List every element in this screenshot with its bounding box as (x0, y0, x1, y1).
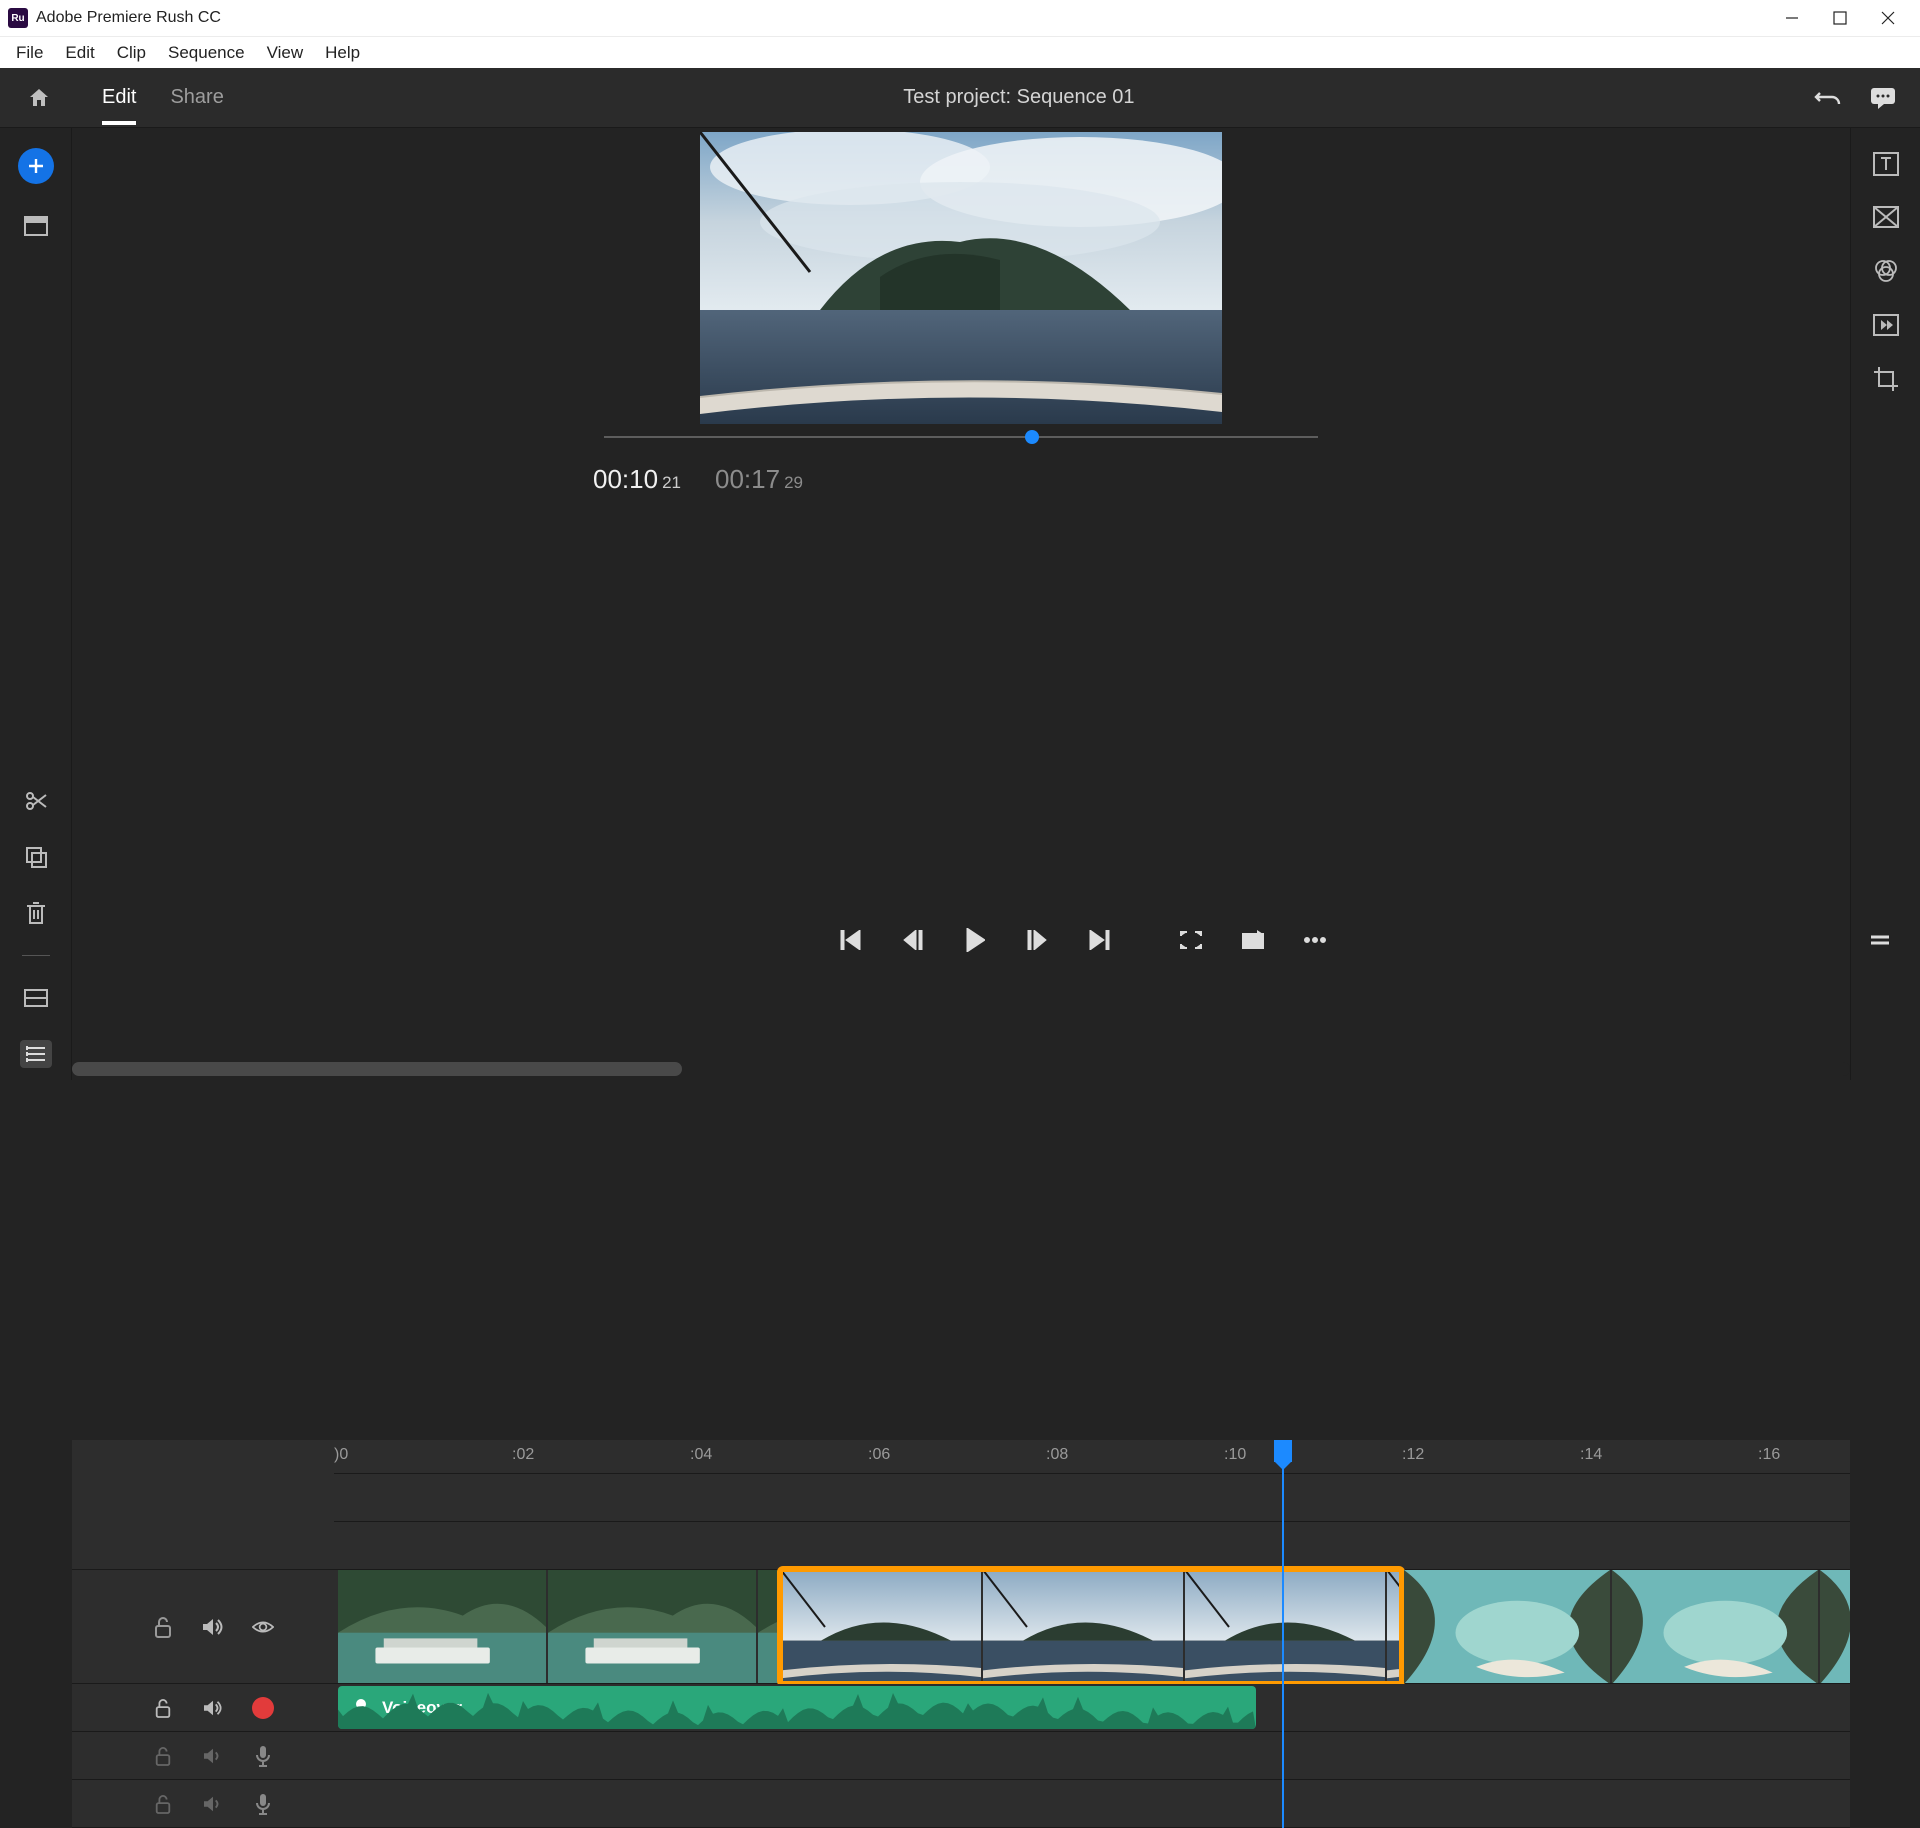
close-button[interactable] (1864, 0, 1912, 36)
audio-clip-voiceover[interactable]: Voiceover (338, 1686, 1256, 1729)
ruler-tick: )0 (334, 1446, 348, 1464)
play-button[interactable] (961, 926, 989, 954)
audio-track-2-header (72, 1732, 334, 1780)
video-track[interactable] (334, 1570, 1850, 1684)
fullscreen-button[interactable] (1177, 926, 1205, 954)
tab-share[interactable]: Share (170, 70, 223, 125)
ruler-tick: :08 (1046, 1446, 1068, 1464)
ruler-tick: :12 (1402, 1446, 1424, 1464)
lock-icon[interactable] (152, 1616, 174, 1638)
lock-icon[interactable] (152, 1697, 174, 1719)
video-track-header (72, 1570, 334, 1684)
mute-icon[interactable] (202, 1616, 224, 1638)
menu-file[interactable]: File (6, 39, 53, 67)
audio-track-3-header (72, 1780, 334, 1828)
color-panel-icon[interactable] (1873, 258, 1899, 284)
current-timecode: 00:10 21 (593, 464, 681, 1416)
scrub-bar[interactable] (604, 436, 1318, 438)
transitions-panel-icon[interactable] (1873, 206, 1899, 228)
microphone-icon[interactable] (252, 1793, 274, 1815)
projects-icon[interactable] (20, 1040, 52, 1068)
ruler-tick: :10 (1224, 1446, 1246, 1464)
app-icon: Ru (8, 8, 28, 28)
window-title: Adobe Premiere Rush CC (36, 9, 221, 27)
speed-panel-icon[interactable] (1873, 314, 1899, 336)
project-title: Test project: Sequence 01 (224, 86, 1814, 109)
duplicate-icon[interactable] (20, 843, 52, 871)
ruler-tick: :16 (1758, 1446, 1780, 1464)
home-button[interactable] (24, 83, 54, 113)
playhead[interactable] (1282, 1440, 1284, 1828)
horizontal-scrollbar[interactable] (72, 1062, 1850, 1076)
menu-bar: File Edit Clip Sequence View Help (0, 36, 1920, 68)
step-back-button[interactable] (899, 926, 927, 954)
minimize-button[interactable] (1768, 0, 1816, 36)
app-toolbar: Edit Share Test project: Sequence 01 (0, 68, 1920, 128)
loop-button[interactable] (1239, 926, 1267, 954)
ruler-tick: :14 (1580, 1446, 1602, 1464)
timeline: )0 :02 :04 :06 :08 :10 :12 :14 :16 (72, 1440, 1850, 1828)
audio-track-3[interactable] (334, 1780, 1850, 1828)
video-monitor[interactable] (700, 132, 1222, 424)
step-forward-button[interactable] (1023, 926, 1051, 954)
visibility-icon[interactable] (252, 1616, 274, 1638)
left-rail (0, 128, 72, 1080)
menu-edit[interactable]: Edit (55, 39, 104, 67)
menu-view[interactable]: View (257, 39, 314, 67)
microphone-icon[interactable] (252, 1745, 274, 1767)
scissors-icon[interactable] (20, 787, 52, 815)
mute-icon[interactable] (202, 1697, 224, 1719)
audio-track-1[interactable]: Voiceover (334, 1684, 1850, 1732)
video-clip[interactable] (1404, 1570, 1850, 1683)
ruler-tick: :02 (512, 1446, 534, 1464)
window-titlebar: Ru Adobe Premiere Rush CC (0, 0, 1920, 36)
timeline-options-button[interactable] (1866, 926, 1894, 954)
transport-controls: 00:10 21 00:17 29 (72, 464, 1850, 1416)
time-ruler[interactable]: )0 :02 :04 :06 :08 :10 :12 :14 :16 (334, 1440, 1850, 1474)
ruler-tick: :04 (690, 1446, 712, 1464)
lock-icon[interactable] (152, 1745, 174, 1767)
scrollbar-thumb[interactable] (72, 1062, 682, 1076)
undo-button[interactable] (1814, 86, 1842, 110)
audio-track-1-header (72, 1684, 334, 1732)
more-options-button[interactable] (1301, 926, 1329, 954)
video-clip[interactable] (338, 1570, 778, 1683)
trash-icon[interactable] (20, 899, 52, 927)
feedback-button[interactable] (1870, 86, 1896, 110)
go-start-button[interactable] (837, 926, 865, 954)
lock-icon[interactable] (152, 1793, 174, 1815)
add-media-button[interactable] (18, 148, 54, 184)
tab-edit[interactable]: Edit (102, 70, 136, 125)
mute-icon[interactable] (202, 1793, 224, 1815)
record-button[interactable] (252, 1697, 274, 1719)
video-clip[interactable] (781, 1570, 1401, 1683)
expand-tracks-icon[interactable] (20, 984, 52, 1012)
menu-sequence[interactable]: Sequence (158, 39, 255, 67)
go-end-button[interactable] (1085, 926, 1113, 954)
menu-clip[interactable]: Clip (107, 39, 156, 67)
project-panel-icon[interactable] (20, 212, 52, 240)
crop-panel-icon[interactable] (1873, 366, 1899, 392)
mute-icon[interactable] (202, 1745, 224, 1767)
duration-timecode: 00:17 29 (715, 464, 803, 1416)
menu-help[interactable]: Help (315, 39, 370, 67)
maximize-button[interactable] (1816, 0, 1864, 36)
titles-panel-icon[interactable] (1873, 152, 1899, 176)
ruler-tick: :06 (868, 1446, 890, 1464)
scrub-knob[interactable] (1025, 430, 1039, 444)
audio-track-2[interactable] (334, 1732, 1850, 1780)
